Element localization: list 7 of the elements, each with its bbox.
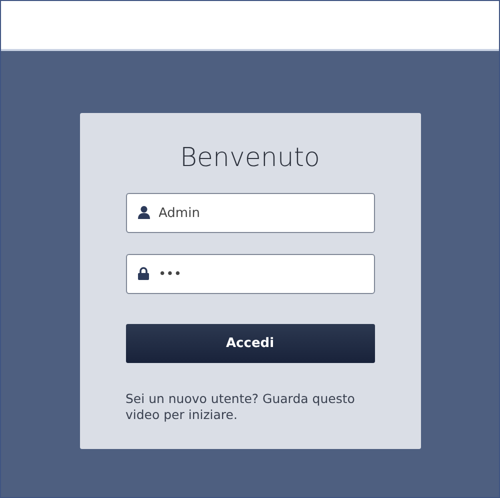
login-button[interactable]: Accedi (126, 324, 374, 363)
new-user-note: Sei un nuovo utente? Guarda questo video per iniziare. (126, 391, 356, 423)
lock-icon (138, 267, 148, 280)
user-icon (138, 206, 150, 219)
welcome-title: Benvenuto (180, 143, 320, 173)
username-field[interactable]: Admin (126, 193, 374, 233)
password-field[interactable]: ••• (126, 254, 374, 294)
